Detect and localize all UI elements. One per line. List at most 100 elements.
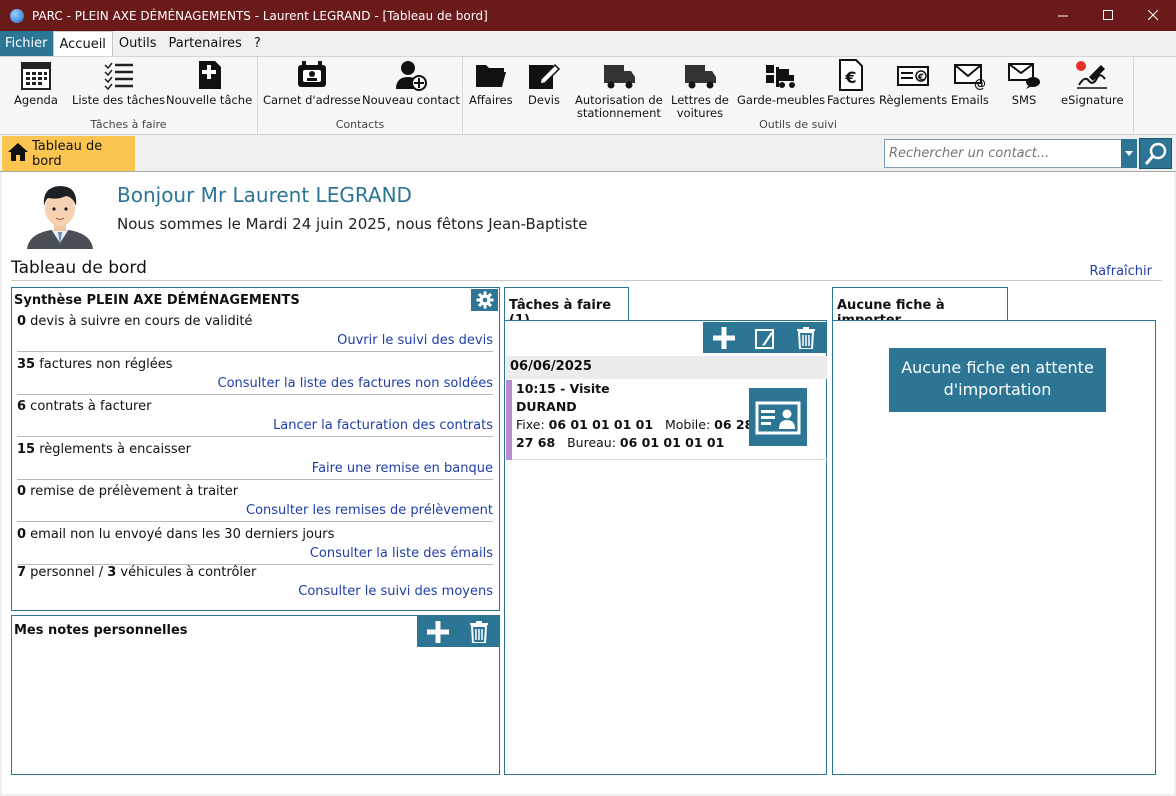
plus-icon [712,326,735,349]
task-title: 10:15 - Visite [516,381,610,396]
delete-note-button[interactable] [458,616,499,647]
divider [11,280,1162,281]
gear-icon [476,291,493,309]
factures-label: Factures [827,93,876,107]
garde-meubles-button[interactable]: Garde-meubles [737,59,825,107]
plus-icon [426,620,449,643]
search-button[interactable] [1139,138,1172,169]
task-color-bar [506,380,512,460]
mobile-phone-end: 27 68 [516,435,556,450]
synthese-row: 15 règlements à encaisser Faire une remi… [17,442,493,480]
greeting-title: Bonjour Mr Laurent LEGRAND [117,183,412,207]
suivi-devis-link[interactable]: Ouvrir le suivi des devis [17,333,493,352]
suivi-moyens-link[interactable]: Consulter le suivi des moyens [17,584,493,603]
synthese-row: 6 contrats à facturer Lancer la facturat… [17,399,493,437]
date-line: Nous sommes le Mardi 24 juin 2025, nous … [117,215,588,233]
agenda-button[interactable]: Agenda [14,59,58,107]
row-count: 3 [107,565,117,580]
menu-partenaires[interactable]: Partenaires [163,31,248,56]
synthese-title: Synthèse PLEIN AXE DÉMÉNAGEMENTS [14,293,300,308]
contact-card-button[interactable] [749,388,807,446]
devis-button[interactable]: Devis [527,59,561,107]
ribbon-group-outils: Affaires Devis Autorisation de stationne… [463,57,1134,135]
edit-task-button[interactable] [744,322,785,353]
factures-non-soldees-link[interactable]: Consulter la liste des factures non sold… [17,376,493,395]
title-bar: PARC - PLEIN AXE DÉMÉNAGEMENTS - Laurent… [0,0,1176,31]
menu-outils[interactable]: Outils [113,31,163,56]
add-task-button[interactable] [703,322,744,353]
synthese-panel: Synthèse PLEIN AXE DÉMÉNAGEMENTS 0 devis… [11,287,500,611]
app-icon [10,8,24,23]
remises-prelevement-link[interactable]: Consulter les remises de prélèvement [17,503,493,522]
contact-search-input[interactable] [884,139,1122,168]
tab-tableau-de-bord[interactable]: Tableau de bord [2,136,135,171]
payment-check-icon: € [896,59,930,91]
maximize-button[interactable] [1086,0,1131,31]
factures-button[interactable]: € Factures [827,59,875,107]
liste-emails-link[interactable]: Consulter la liste des émails [17,546,493,565]
checklist-icon [102,59,136,91]
import-panel: Aucune fiche en attente d'importation [832,320,1156,775]
minimize-icon [1058,15,1068,17]
maximize-icon [1103,10,1113,20]
sms-label: SMS [1011,93,1037,107]
dashboard-main: Bonjour Mr Laurent LEGRAND Nous sommes l… [2,172,1174,794]
row-text: véhicules à contrôler [116,565,257,580]
menu-help[interactable]: ? [248,31,267,56]
window-title: PARC - PLEIN AXE DÉMÉNAGEMENTS - Laurent… [32,8,488,23]
nouveau-contact-button[interactable]: Nouveau contact [362,59,460,107]
liste-taches-button[interactable]: Liste des tâches [72,59,165,107]
remise-banque-link[interactable]: Faire une remise en banque [17,461,493,480]
notes-toolbar [417,616,499,647]
nouvelle-tache-button[interactable]: Nouvelle tâche [166,59,252,107]
task-day-header: 06/06/2025 [506,356,827,379]
delete-task-button[interactable] [785,322,826,353]
carnet-adresse-label: Carnet d'adresse [263,93,361,107]
fixe-label: Fixe: [516,417,549,432]
reglements-button[interactable]: € Règlements [879,59,947,107]
search-dropdown-button[interactable] [1121,139,1137,168]
dashboard-title: Tableau de bord [11,258,147,278]
refresh-link[interactable]: Rafraîchir [1089,264,1152,279]
row-count: 15 [17,442,36,457]
tab-import[interactable]: Aucune fiche à importer [832,287,1008,328]
edit-icon [754,328,774,349]
add-note-button[interactable] [417,616,458,647]
ribbon-group-contacts: Carnet d'adresse Nouveau contact Contact… [258,57,463,135]
user-avatar [15,179,105,249]
minimize-button[interactable] [1041,0,1086,31]
ribbon: Agenda Liste des tâches Nouvelle tâche T… [0,57,1176,135]
synthese-row: 7 personnel / 3 véhicules à contrôler Co… [17,565,493,603]
sms-icon [1007,59,1041,91]
settings-button[interactable] [471,289,498,311]
menu-fichier[interactable]: Fichier [0,31,53,56]
synthese-row: 35 factures non réglées Consulter la lis… [17,357,493,395]
row-count: 7 [17,565,27,580]
row-count: 0 [17,527,27,542]
sms-button[interactable]: SMS [1007,59,1041,107]
close-button[interactable] [1131,0,1176,31]
email-icon: @ [953,59,987,91]
folder-icon [474,59,508,91]
document-tab-strip: Tableau de bord [0,135,1176,172]
autorisation-button[interactable]: Autorisation de stationnement [575,59,663,120]
truck-icon [602,59,636,91]
chevron-down-icon [1125,151,1133,156]
esignature-button[interactable]: eSignature [1061,59,1124,107]
row-count: 6 [17,399,27,414]
invoice-icon: € [834,59,868,91]
group-name-contacts: Contacts [335,118,385,131]
emails-button[interactable]: @ Emails [951,59,989,107]
edit-document-icon [527,59,561,91]
lettres-voitures-button[interactable]: Lettres de voitures [671,59,729,120]
new-task-icon [192,59,226,91]
menu-accueil[interactable]: Accueil [52,31,113,56]
forklift-icon [764,59,798,91]
carnet-adresse-button[interactable]: Carnet d'adresse [263,59,361,107]
contact-card-icon [755,401,801,435]
task-item[interactable]: 10:15 - Visite DURAND Fixe: 06 01 01 01 … [506,380,827,460]
affaires-button[interactable]: Affaires [469,59,513,107]
tab-taches-a-faire[interactable]: Tâches à faire (1) [504,287,629,328]
facturation-contrats-link[interactable]: Lancer la facturation des contrats [17,418,493,437]
calendar-icon [19,59,53,91]
